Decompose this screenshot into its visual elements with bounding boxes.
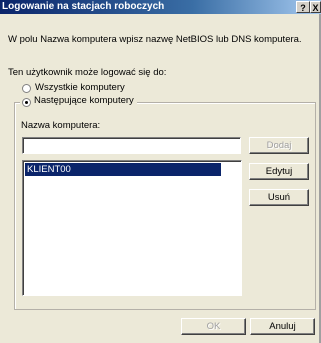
computers-listbox[interactable]: KLIENT00 — [22, 160, 242, 296]
help-button[interactable]: ? — [296, 1, 310, 13]
list-item-selected[interactable]: KLIENT00 — [25, 163, 221, 176]
edit-button[interactable]: Edytuj — [249, 163, 309, 180]
intro-text: W polu Nazwa komputera wpisz nazwę NetBI… — [8, 34, 302, 45]
radio-all-computers-label[interactable]: Wszystkie komputery — [35, 82, 125, 93]
close-button[interactable]: X — [310, 1, 321, 13]
cancel-button[interactable]: Anuluj — [250, 318, 315, 335]
dialog-window: Logowanie na stacjach roboczych ? X W po… — [0, 0, 321, 343]
computer-name-label: Nazwa komputera: — [21, 120, 101, 131]
logon-to-label: Ten użytkownik może logować się do: — [8, 67, 167, 78]
ok-button[interactable]: OK — [181, 318, 246, 335]
computer-name-input[interactable] — [22, 137, 241, 154]
remove-button[interactable]: Usuń — [249, 189, 309, 206]
radio-following-label[interactable]: Następujące komputery — [20, 95, 137, 106]
add-button[interactable]: Dodaj — [249, 137, 309, 154]
title-bar[interactable]: Logowanie na stacjach roboczych ? X — [0, 0, 321, 14]
radio-all-computers[interactable] — [22, 84, 31, 93]
window-title: Logowanie na stacjach roboczych — [2, 1, 165, 12]
radio-following-computers[interactable] — [22, 98, 31, 107]
